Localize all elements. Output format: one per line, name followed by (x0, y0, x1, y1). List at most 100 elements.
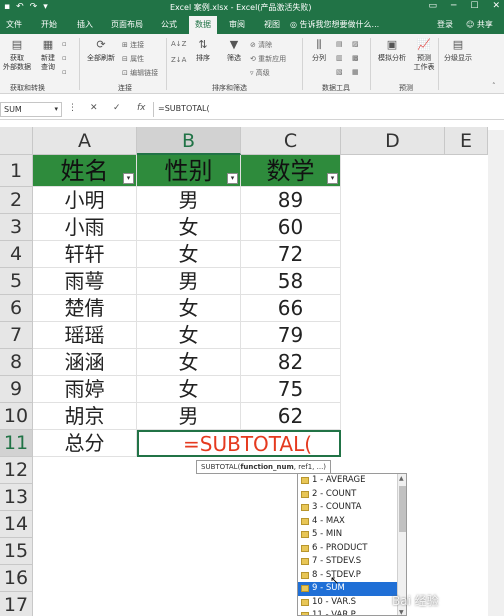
sign-in-link[interactable]: 登录 (437, 19, 453, 30)
score-cell[interactable]: 58 (241, 268, 341, 295)
connections-button[interactable]: ⊞ 连接 (122, 40, 144, 50)
autocomplete-item[interactable]: 5 - MIN (298, 528, 406, 542)
consolidate-icon[interactable]: ▨ (352, 40, 359, 48)
flash-fill-icon[interactable]: ▤ (336, 40, 343, 48)
maximize-icon[interactable]: ☐ (470, 1, 478, 11)
autocomplete-item[interactable]: 3 - COUNTA (298, 501, 406, 515)
row-header-15[interactable]: 15 (0, 538, 33, 565)
name-cell[interactable]: 胡京 (33, 403, 137, 430)
get-external-data-button[interactable]: ▤ 获取 外部数据 (2, 38, 32, 72)
active-cell-b11[interactable]: =SUBTOTAL( (137, 430, 341, 457)
reapply-button[interactable]: ⟲ 重新应用 (250, 54, 286, 64)
sort-za-icon[interactable]: Z↓A (171, 56, 186, 64)
autocomplete-item[interactable]: 6 - PRODUCT (298, 542, 406, 556)
column-header-e[interactable]: E (445, 127, 488, 155)
forecast-sheet-button[interactable]: 📈 预测 工作表 (410, 38, 438, 72)
manage-data-model-icon[interactable]: ▦ (352, 68, 359, 76)
autocomplete-item[interactable]: 2 - COUNT (298, 488, 406, 502)
row-header-6[interactable]: 6 (0, 295, 33, 322)
tab-data[interactable]: 数据 (189, 16, 217, 34)
row-header-13[interactable]: 13 (0, 484, 33, 511)
scroll-thumb[interactable] (399, 486, 406, 532)
properties-button[interactable]: ⊟ 属性 (122, 54, 144, 64)
score-cell[interactable]: 62 (241, 403, 341, 430)
enter-entry-icon[interactable]: ✓ (113, 103, 121, 113)
score-cell[interactable]: 79 (241, 322, 341, 349)
gender-cell[interactable]: 女 (137, 376, 241, 403)
gender-cell[interactable]: 女 (137, 349, 241, 376)
name-cell[interactable]: 涵涵 (33, 349, 137, 376)
name-cell[interactable]: 雨萼 (33, 268, 137, 295)
row-header-12[interactable]: 12 (0, 457, 33, 484)
edit-links-button[interactable]: ⊡ 编辑链接 (122, 68, 158, 78)
scroll-down-arrow-icon[interactable]: ▼ (399, 609, 404, 615)
name-cell[interactable]: 小雨 (33, 214, 137, 241)
gender-cell[interactable]: 男 (137, 403, 241, 430)
select-all-corner[interactable] (0, 127, 33, 155)
row-header-17[interactable]: 17 (0, 592, 33, 616)
sort-az-icon[interactable]: A↓Z (171, 40, 186, 48)
autocomplete-item[interactable]: 8 - STDEV.P (298, 569, 406, 583)
ribbon-display-icon[interactable]: ▭ (428, 1, 437, 11)
row-header-5[interactable]: 5 (0, 268, 33, 295)
tell-me-box[interactable]: ◎ 告诉我您想要做什么... (290, 19, 379, 30)
gender-cell[interactable]: 男 (137, 268, 241, 295)
tab-insert[interactable]: 插入 (77, 19, 93, 30)
gender-cell[interactable]: 女 (137, 295, 241, 322)
cancel-entry-icon[interactable]: ✕ (90, 103, 98, 113)
from-table-icon[interactable]: ▫ (62, 54, 67, 62)
tab-file[interactable]: 文件 (6, 19, 22, 30)
row-header-2[interactable]: 2 (0, 187, 33, 214)
row-header-11[interactable]: 11 (0, 430, 33, 457)
outline-button[interactable]: ▤ 分级显示 (441, 38, 475, 63)
header-cell-math[interactable]: 数学 ▾ (241, 155, 341, 187)
redo-icon[interactable]: ↷ (30, 2, 38, 12)
insert-function-icon[interactable]: fx (137, 103, 146, 113)
scroll-up-arrow-icon[interactable]: ▲ (399, 475, 404, 482)
row-header-14[interactable]: 14 (0, 511, 33, 538)
text-to-columns-button[interactable]: ⫼ 分列 (308, 38, 330, 63)
gender-cell[interactable]: 女 (137, 241, 241, 268)
filter-dropdown-icon[interactable]: ▾ (227, 173, 238, 184)
minimize-icon[interactable]: ─ (451, 1, 456, 11)
vertical-scrollbar[interactable] (488, 130, 504, 616)
score-cell[interactable]: 82 (241, 349, 341, 376)
autocomplete-item[interactable]: 10 - VAR.S (298, 596, 406, 610)
customize-qat-icon[interactable]: ▾ (43, 2, 48, 12)
row-header-7[interactable]: 7 (0, 322, 33, 349)
autocomplete-item[interactable]: 4 - MAX (298, 515, 406, 529)
data-validation-icon[interactable]: ▧ (336, 68, 343, 76)
header-cell-gender[interactable]: 性别 ▾ (137, 155, 241, 187)
header-cell-name[interactable]: 姓名 ▾ (33, 155, 137, 187)
row-header-3[interactable]: 3 (0, 214, 33, 241)
total-label-cell[interactable]: 总分 (33, 430, 137, 457)
new-query-button[interactable]: ▦ 新建 查询 (36, 38, 60, 72)
gender-cell[interactable]: 男 (137, 187, 241, 214)
tab-page-layout[interactable]: 页面布局 (111, 19, 143, 30)
tab-view[interactable]: 视图 (264, 19, 280, 30)
score-cell[interactable]: 75 (241, 376, 341, 403)
autocomplete-item[interactable]: 1 - AVERAGE (298, 474, 406, 488)
close-icon[interactable]: ✕ (492, 1, 500, 11)
name-cell[interactable]: 雨婷 (33, 376, 137, 403)
name-cell[interactable]: 楚倩 (33, 295, 137, 322)
filter-dropdown-icon[interactable]: ▾ (123, 173, 134, 184)
row-header-10[interactable]: 10 (0, 403, 33, 430)
row-header-1[interactable]: 1 (0, 155, 33, 187)
advanced-button[interactable]: ▿ 高级 (250, 68, 270, 78)
column-header-b[interactable]: B (137, 127, 241, 155)
gender-cell[interactable]: 女 (137, 214, 241, 241)
tab-review[interactable]: 审阅 (229, 19, 245, 30)
row-header-16[interactable]: 16 (0, 565, 33, 592)
row-header-8[interactable]: 8 (0, 349, 33, 376)
tab-formulas[interactable]: 公式 (161, 19, 177, 30)
recent-sources-icon[interactable]: ▫ (62, 68, 67, 76)
score-cell[interactable]: 66 (241, 295, 341, 322)
column-header-d[interactable]: D (341, 127, 445, 155)
name-box-dropdown-icon[interactable]: ▾ (54, 105, 58, 113)
column-header-c[interactable]: C (241, 127, 341, 155)
collapse-ribbon-icon[interactable]: ˄ (492, 82, 496, 90)
row-header-9[interactable]: 9 (0, 376, 33, 403)
filter-dropdown-icon[interactable]: ▾ (327, 173, 338, 184)
tab-home[interactable]: 开始 (41, 19, 57, 30)
